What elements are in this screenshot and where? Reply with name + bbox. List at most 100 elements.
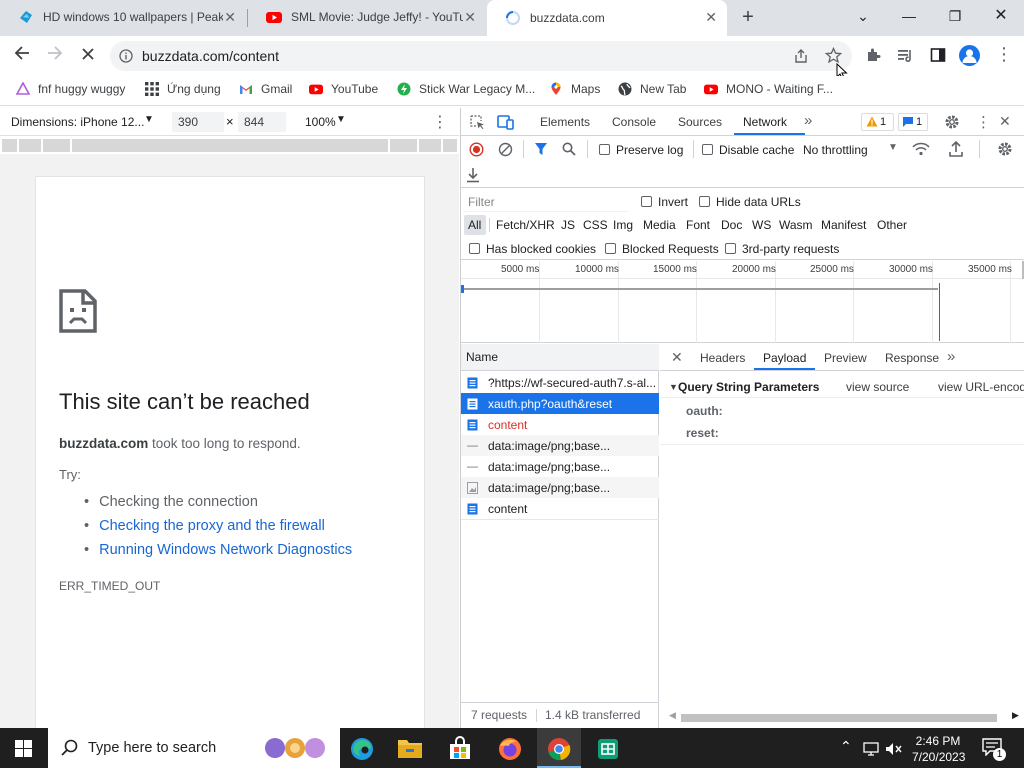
request-row[interactable]: content — [461, 498, 659, 519]
caret-down-icon[interactable]: ▼ — [336, 114, 346, 125]
hide-data-urls-checkbox[interactable]: Hide data URLs — [699, 195, 801, 209]
type-filter-ws[interactable]: WS — [752, 218, 771, 232]
view-url-encoded-link[interactable]: view URL-encoded — [938, 380, 1024, 394]
checkbox[interactable] — [702, 144, 713, 155]
caret-down-icon[interactable]: ▼ — [888, 142, 898, 153]
import-har-icon[interactable] — [949, 141, 963, 157]
bookmark-star-icon[interactable] — [825, 47, 842, 64]
media-control-icon[interactable] — [897, 47, 914, 63]
clear-icon[interactable] — [498, 142, 513, 157]
bookmark-stick-war[interactable]: Stick War Legacy M... — [397, 82, 535, 96]
close-icon[interactable]: ✕ — [224, 9, 236, 26]
type-filter-js[interactable]: JS — [561, 218, 575, 232]
taskbar-firefox[interactable] — [497, 736, 523, 762]
volume-muted-icon[interactable] — [885, 742, 903, 756]
taskbar-app[interactable] — [595, 736, 621, 762]
horizontal-scrollbar[interactable]: ◀ ▶ — [669, 710, 1019, 724]
device-dimensions-select[interactable]: Dimensions: iPhone 12... — [11, 115, 144, 129]
new-tab-button[interactable]: + — [736, 6, 760, 30]
tab-buzzdata[interactable]: buzzdata.com ✕ — [487, 0, 727, 36]
ruler-segment[interactable] — [72, 139, 388, 152]
suggestion-item[interactable]: • Checking the proxy and the firewall — [84, 514, 352, 538]
bookmark-gmail[interactable]: Gmail — [239, 82, 292, 96]
type-filter-font[interactable]: Font — [686, 218, 710, 232]
preserve-log-checkbox[interactable]: Preserve log — [599, 143, 683, 157]
type-filter-img[interactable]: Img — [613, 218, 633, 232]
close-window-button[interactable]: ✕ — [983, 4, 1019, 30]
customize-menu-icon[interactable]: ⋮ — [976, 113, 991, 131]
device-toggle-icon[interactable] — [497, 114, 514, 130]
back-button[interactable] — [9, 43, 35, 69]
request-row[interactable]: content — [461, 414, 659, 435]
tab-youtube[interactable]: SML Movie: Judge Jeffy! - YouTube ✕ — [248, 0, 486, 34]
network-overview-timeline[interactable]: 5000 ms 10000 ms 15000 ms 20000 ms 25000… — [461, 261, 1024, 343]
ruler-segment[interactable] — [390, 139, 417, 152]
messages-badge[interactable]: 1 — [898, 113, 928, 131]
network-settings-gear-icon[interactable] — [997, 141, 1013, 157]
taskbar-store[interactable] — [447, 736, 473, 762]
taskbar-edge[interactable] — [349, 736, 375, 762]
checkbox[interactable] — [725, 243, 736, 254]
filter-funnel-icon[interactable] — [534, 142, 548, 156]
filter-input[interactable]: Filter — [463, 192, 629, 212]
request-row[interactable]: data:image/png;base... — [461, 456, 659, 477]
checkbox[interactable] — [599, 144, 610, 155]
disable-cache-checkbox[interactable]: Disable cache — [702, 143, 794, 157]
has-blocked-cookies-checkbox[interactable]: Has blocked cookies — [469, 242, 596, 256]
url-text[interactable]: buzzdata.com/content — [142, 48, 279, 64]
network-conditions-icon[interactable] — [912, 142, 930, 156]
blocked-requests-checkbox[interactable]: Blocked Requests — [605, 242, 719, 256]
windows-start-icon[interactable] — [15, 740, 32, 757]
stop-loading-button[interactable] — [75, 43, 101, 69]
search-highlight-icon[interactable] — [263, 736, 331, 760]
address-bar[interactable]: buzzdata.com/content — [110, 41, 852, 71]
settings-gear-icon[interactable] — [944, 114, 960, 130]
taskbar-date[interactable]: 7/20/2023 — [912, 750, 965, 764]
tab-headers[interactable]: Headers — [700, 351, 745, 365]
tab-payload[interactable]: Payload — [763, 351, 806, 365]
scrollbar-thumb[interactable] — [681, 714, 997, 722]
scroll-left-arrow-icon[interactable]: ◀ — [669, 710, 676, 721]
checkbox[interactable] — [605, 243, 616, 254]
request-row-selected[interactable]: xauth.php?oauth&reset — [461, 393, 659, 414]
network-monitor-icon[interactable] — [863, 742, 879, 756]
device-width-input[interactable]: 390 — [172, 112, 224, 132]
request-row[interactable]: ?https://wf-secured-auth7.s-al... — [461, 372, 659, 393]
tab-search-icon[interactable]: ⌄ — [845, 4, 881, 30]
forward-button[interactable] — [42, 43, 68, 69]
expand-triangle-icon[interactable]: ▼ — [669, 382, 678, 392]
type-filter-other[interactable]: Other — [877, 218, 907, 232]
request-row[interactable]: data:image/png;base... — [461, 477, 659, 498]
export-har-icon[interactable] — [466, 167, 480, 183]
info-icon[interactable] — [119, 49, 133, 63]
ruler-segment[interactable] — [43, 139, 70, 152]
type-filter-manifest[interactable]: Manifest — [821, 218, 866, 232]
throttling-select[interactable]: No throttling — [803, 143, 868, 157]
suggestion-item[interactable]: • Running Windows Network Diagnostics — [84, 538, 352, 562]
bookmark-youtube[interactable]: YouTube — [309, 82, 378, 96]
browser-menu-icon[interactable]: ⋮ — [995, 44, 1013, 66]
device-height-input[interactable]: 844 — [238, 112, 286, 132]
bookmark-mono[interactable]: MONO - Waiting F... — [704, 82, 833, 96]
view-source-link[interactable]: view source — [846, 380, 909, 394]
bookmark-apps[interactable]: Ứng dụng — [145, 82, 221, 96]
side-panel-icon[interactable] — [930, 47, 946, 63]
type-filter-css[interactable]: CSS — [583, 218, 608, 232]
close-icon[interactable]: ✕ — [705, 9, 717, 26]
action-center-button[interactable]: 1 — [982, 738, 1006, 761]
checkbox[interactable] — [469, 243, 480, 254]
type-filter-wasm[interactable]: Wasm — [779, 218, 813, 232]
taskbar-file-explorer[interactable] — [397, 737, 423, 761]
checkbox[interactable] — [641, 196, 652, 207]
type-filter-doc[interactable]: Doc — [721, 218, 742, 232]
ruler-segment[interactable] — [2, 139, 17, 152]
caret-down-icon[interactable]: ▼ — [144, 114, 154, 125]
diagnostics-link[interactable]: Running Windows Network Diagnostics — [99, 542, 352, 558]
invert-checkbox[interactable]: Invert — [641, 195, 688, 209]
request-row[interactable]: data:image/png;base... — [461, 435, 659, 456]
more-options-icon[interactable]: ⋮ — [432, 112, 448, 132]
taskbar-time[interactable]: 2:46 PM — [912, 734, 964, 748]
tab-console[interactable]: Console — [612, 115, 656, 129]
ruler-segment[interactable] — [419, 139, 441, 152]
close-icon[interactable]: ✕ — [464, 9, 476, 26]
